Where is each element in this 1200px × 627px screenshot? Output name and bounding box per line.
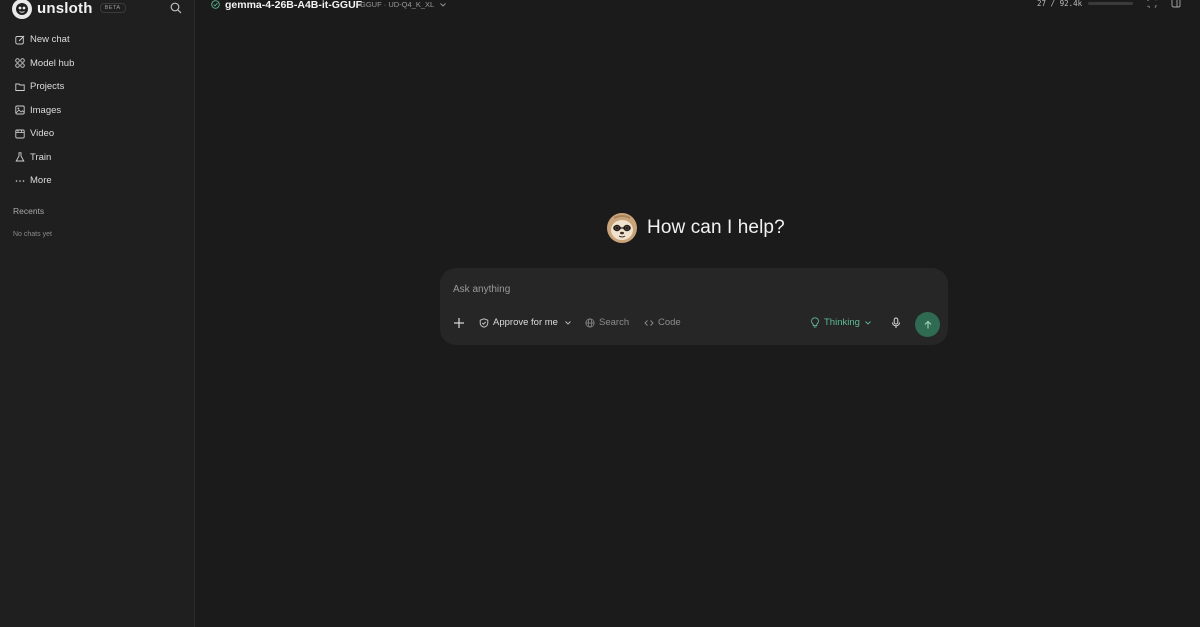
recents-empty-text: No chats yet [13, 231, 52, 238]
edit-icon [15, 35, 25, 45]
model-meta[interactable]: GGUF · UD-Q4_K_XL [360, 0, 447, 9]
chevron-down-icon [865, 320, 871, 325]
recents-heading: Recents [13, 206, 45, 216]
brand[interactable]: unsloth BETA [12, 0, 126, 19]
chevron-down-icon [565, 320, 571, 325]
sidebar-item-label: Train [30, 151, 52, 163]
chevron-down-icon [440, 2, 447, 7]
code-icon [644, 319, 654, 326]
sidebar-item-label: Images [30, 104, 62, 116]
sidebar-nav: New chat Model hub Projects Images Video… [0, 28, 195, 193]
flask-icon [15, 152, 25, 162]
beta-badge: BETA [99, 3, 126, 13]
unsloth-logo-icon [12, 0, 32, 19]
lightbulb-icon [811, 317, 819, 328]
video-icon [15, 129, 25, 139]
panel-toggle-icon[interactable] [1171, 0, 1181, 8]
brand-name: unsloth [37, 0, 93, 17]
image-icon [15, 105, 25, 115]
chat-input[interactable] [453, 281, 933, 297]
search-toggle-label: Search [599, 317, 630, 328]
sidebar-item-label: Video [30, 128, 55, 140]
sloth-mascot-icon [607, 213, 637, 243]
sidebar-item-label: More [30, 175, 52, 187]
model-selector[interactable]: gemma-4-26B-A4B-it-GGUF [225, 0, 362, 11]
sidebar-item-label: Projects [30, 81, 65, 93]
check-circle-icon [211, 0, 220, 9]
sidebar-item-more[interactable]: More [0, 169, 195, 193]
sidebar-item-label: Model hub [30, 57, 75, 69]
shield-check-icon [479, 317, 489, 328]
thinking-dropdown[interactable]: Thinking [810, 317, 872, 328]
arrow-up-icon [924, 320, 931, 328]
approve-mode-label: Approve for me [493, 317, 558, 328]
sidebar-item-model-hub[interactable]: Model hub [0, 52, 195, 76]
grid-icon [15, 58, 25, 68]
code-toggle-label: Code [658, 317, 681, 328]
globe-icon [585, 318, 595, 327]
greeting-title: How can I help? [647, 217, 785, 238]
chat-composer: Approve for me Search Code Thinking [440, 268, 948, 345]
sidebar-item-images[interactable]: Images [0, 99, 195, 123]
sidebar-item-new-chat[interactable]: New chat [0, 28, 195, 52]
plus-icon[interactable] [453, 317, 465, 329]
microphone-icon[interactable] [890, 317, 902, 329]
send-button[interactable] [915, 312, 940, 337]
more-icon [15, 179, 25, 182]
search-icon[interactable] [170, 2, 182, 14]
thinking-label: Thinking [824, 317, 860, 328]
approve-mode-dropdown[interactable]: Approve for me [479, 317, 572, 328]
sidebar-item-projects[interactable]: Projects [0, 75, 195, 99]
sidebar-item-label: New chat [30, 34, 70, 46]
sidebar-item-train[interactable]: Train [0, 146, 195, 170]
welcome-hero: How can I help? [606, 212, 785, 244]
folder-icon [15, 83, 25, 91]
context-counter: 27 / 92.4k [1037, 0, 1083, 8]
fullscreen-icon[interactable] [1147, 0, 1157, 8]
sidebar-item-video[interactable]: Video [0, 122, 195, 146]
search-toggle[interactable]: Search [585, 317, 629, 328]
sidebar: unsloth BETA New chat Model hub Projects… [0, 0, 195, 627]
context-progress-bar [1088, 2, 1133, 5]
code-toggle[interactable]: Code [644, 317, 681, 328]
model-quant-label: GGUF · UD-Q4_K_XL [360, 0, 435, 9]
